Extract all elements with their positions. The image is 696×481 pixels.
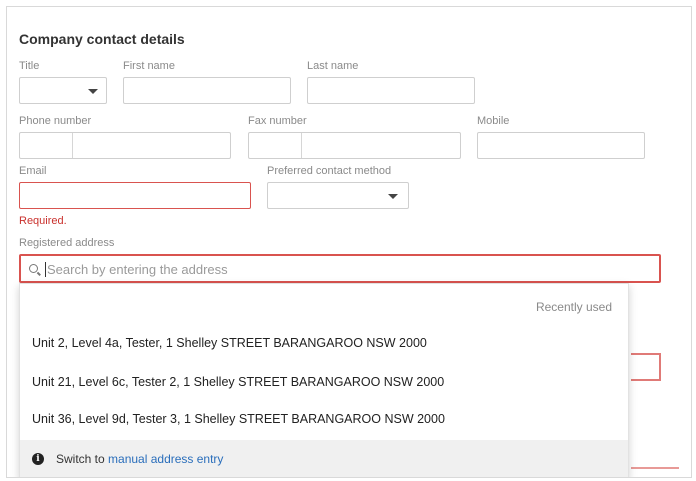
text-cursor: [45, 262, 46, 277]
email-field[interactable]: [19, 182, 251, 209]
fax-field[interactable]: [248, 132, 461, 159]
recently-used-header: Recently used: [535, 300, 612, 314]
phone-area-divider: [72, 133, 73, 158]
address-suggestions: Recently used Unit 2, Level 4a, Tester, …: [19, 283, 629, 477]
phone-field[interactable]: [19, 132, 231, 159]
title-select[interactable]: [19, 77, 107, 104]
email-error-text: Required.: [19, 215, 67, 227]
company-contact-form: Company contact details Title First name…: [6, 6, 692, 478]
chevron-down-icon: [88, 89, 98, 94]
info-icon: i: [32, 453, 44, 465]
obscured-field-edge: [631, 467, 679, 469]
last-name-field[interactable]: [307, 77, 475, 104]
email-label: Email: [19, 165, 47, 177]
fax-area-divider: [301, 133, 302, 158]
search-icon: [29, 264, 38, 273]
switch-text: Switch to manual address entry: [56, 452, 223, 466]
last-name-label: Last name: [307, 60, 359, 72]
preferred-contact-label: Preferred contact method: [267, 165, 392, 177]
address-search-input[interactable]: [47, 260, 627, 279]
address-suggestion[interactable]: Unit 21, Level 6c, Tester 2, 1 Shelley S…: [32, 375, 444, 389]
switch-prefix: Switch to: [56, 452, 109, 466]
registered-address-label: Registered address: [19, 237, 115, 249]
mobile-label: Mobile: [477, 115, 510, 127]
chevron-down-icon: [388, 194, 398, 199]
preferred-contact-select[interactable]: [267, 182, 409, 209]
title-label: Title: [19, 60, 40, 72]
phone-label: Phone number: [19, 115, 92, 127]
mobile-field[interactable]: [477, 132, 645, 159]
manual-entry-footer: i Switch to manual address entry: [20, 440, 628, 477]
first-name-field[interactable]: [123, 77, 291, 104]
first-name-label: First name: [123, 60, 175, 72]
manual-address-entry-link[interactable]: manual address entry: [108, 452, 223, 466]
address-suggestion[interactable]: Unit 2, Level 4a, Tester, 1 Shelley STRE…: [32, 336, 427, 350]
section-title: Company contact details: [19, 31, 185, 47]
obscured-field: [631, 353, 661, 381]
fax-label: Fax number: [248, 115, 307, 127]
address-search-box[interactable]: [19, 254, 661, 283]
address-suggestion[interactable]: Unit 36, Level 9d, Tester 3, 1 Shelley S…: [32, 412, 445, 426]
